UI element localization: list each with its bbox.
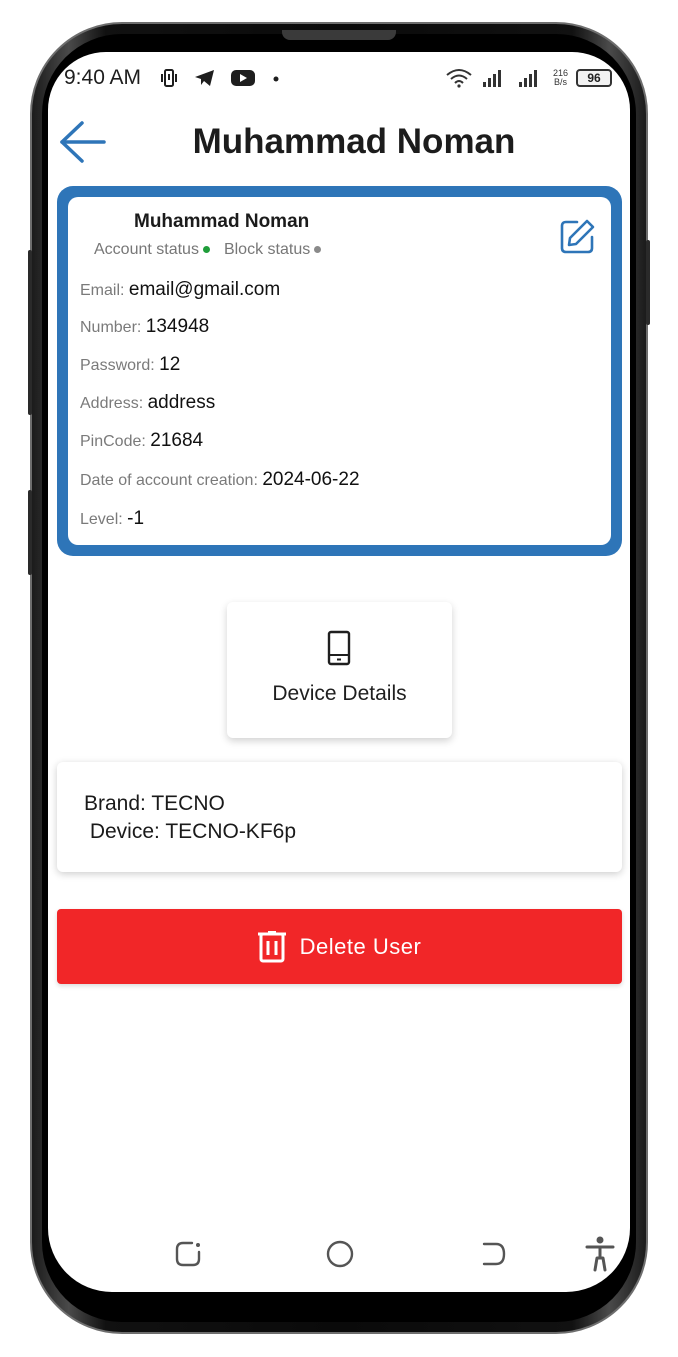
phone-device-icon (327, 630, 351, 666)
delete-user-label: Delete User (299, 933, 422, 959)
number-field: Number: 134948 (80, 316, 209, 338)
app-header: Muhammad Noman (48, 114, 630, 174)
battery-indicator: 96 (576, 69, 612, 87)
system-status-icons: 216 B/s 96 (445, 68, 612, 88)
address-field: Address: address (80, 392, 215, 414)
accessibility-button[interactable] (578, 1232, 622, 1276)
side-button (28, 490, 32, 575)
password-label: Password: (80, 357, 160, 374)
block-status-dot (314, 246, 322, 254)
email-label: Email: (80, 282, 129, 299)
power-button (646, 240, 650, 325)
system-nav-bar (48, 1232, 630, 1276)
profile-name: Muhammad Noman (134, 211, 310, 232)
telegram-icon (195, 70, 214, 86)
back-nav-button[interactable] (472, 1232, 516, 1276)
creation-date-label: Date of account creation: (80, 472, 263, 489)
password-value: 12 (159, 354, 181, 375)
status-bar: 9:40 AM 216 B/s 96 (48, 64, 630, 94)
device-details-label: Device Details (272, 682, 407, 705)
account-status: Account status (94, 241, 210, 259)
device-model: Device: TECNO-KF6p (84, 820, 296, 843)
signal-icon-2 (518, 70, 537, 87)
status-time: 9:40 AM (64, 66, 142, 89)
more-notifications-dot-icon (273, 76, 279, 82)
edit-icon (560, 219, 595, 254)
number-label: Number: (80, 319, 146, 336)
delete-user-button[interactable]: Delete User (57, 909, 622, 984)
profile-card-body: Muhammad Noman Account status Block stat… (68, 197, 611, 545)
pincode-field: PinCode: 21684 (80, 430, 203, 452)
level-field: Level: -1 (80, 508, 144, 530)
pincode-label: PinCode: (80, 433, 151, 450)
signal-icon (482, 70, 501, 87)
notification-icons (160, 68, 282, 88)
volume-button (28, 250, 32, 415)
email-field: Email: email@gmail.com (80, 279, 280, 301)
creation-date-value: 2024-06-22 (262, 469, 360, 490)
device-details-button[interactable]: Device Details (227, 602, 452, 738)
accessibility-icon (585, 1236, 615, 1272)
level-label: Level: (80, 511, 128, 528)
device-info-card: Brand: TECNO Device: TECNO-KF6p (57, 762, 622, 872)
profile-card: Muhammad Noman Account status Block stat… (57, 186, 622, 556)
number-value: 134948 (145, 316, 210, 337)
home-button[interactable] (318, 1232, 362, 1276)
trash-icon (257, 930, 286, 962)
pincode-value: 21684 (150, 430, 204, 451)
back-nav-icon (482, 1242, 506, 1266)
email-value: email@gmail.com (128, 279, 281, 300)
device-brand: Brand: TECNO (84, 792, 225, 815)
network-speed: 216 B/s (553, 69, 568, 87)
earpiece-speaker (282, 30, 396, 40)
block-status: Block status (223, 241, 322, 259)
network-speed-unit: B/s (553, 77, 567, 87)
youtube-icon (231, 70, 255, 86)
recents-button[interactable] (166, 1232, 210, 1276)
creation-date-field: Date of account creation: 2024-06-22 (80, 469, 360, 491)
address-label: Address: (80, 395, 148, 412)
account-status-dot (202, 246, 210, 254)
page-title: Muhammad Noman (192, 122, 516, 161)
level-value: -1 (127, 508, 145, 529)
block-status-label: Block status (223, 241, 311, 258)
home-circle-icon (326, 1240, 354, 1268)
address-value: address (147, 392, 216, 413)
recents-icon (175, 1241, 201, 1267)
edit-button[interactable] (557, 217, 597, 257)
wifi-icon (446, 69, 472, 88)
vibrate-icon (161, 69, 177, 87)
account-status-label: Account status (94, 241, 199, 258)
status-row: Account status Block status (94, 241, 322, 259)
password-field: Password: 12 (80, 354, 180, 376)
app-screen: 9:40 AM 216 B/s 96 Muhammad Noman Muhamm… (48, 52, 630, 1292)
